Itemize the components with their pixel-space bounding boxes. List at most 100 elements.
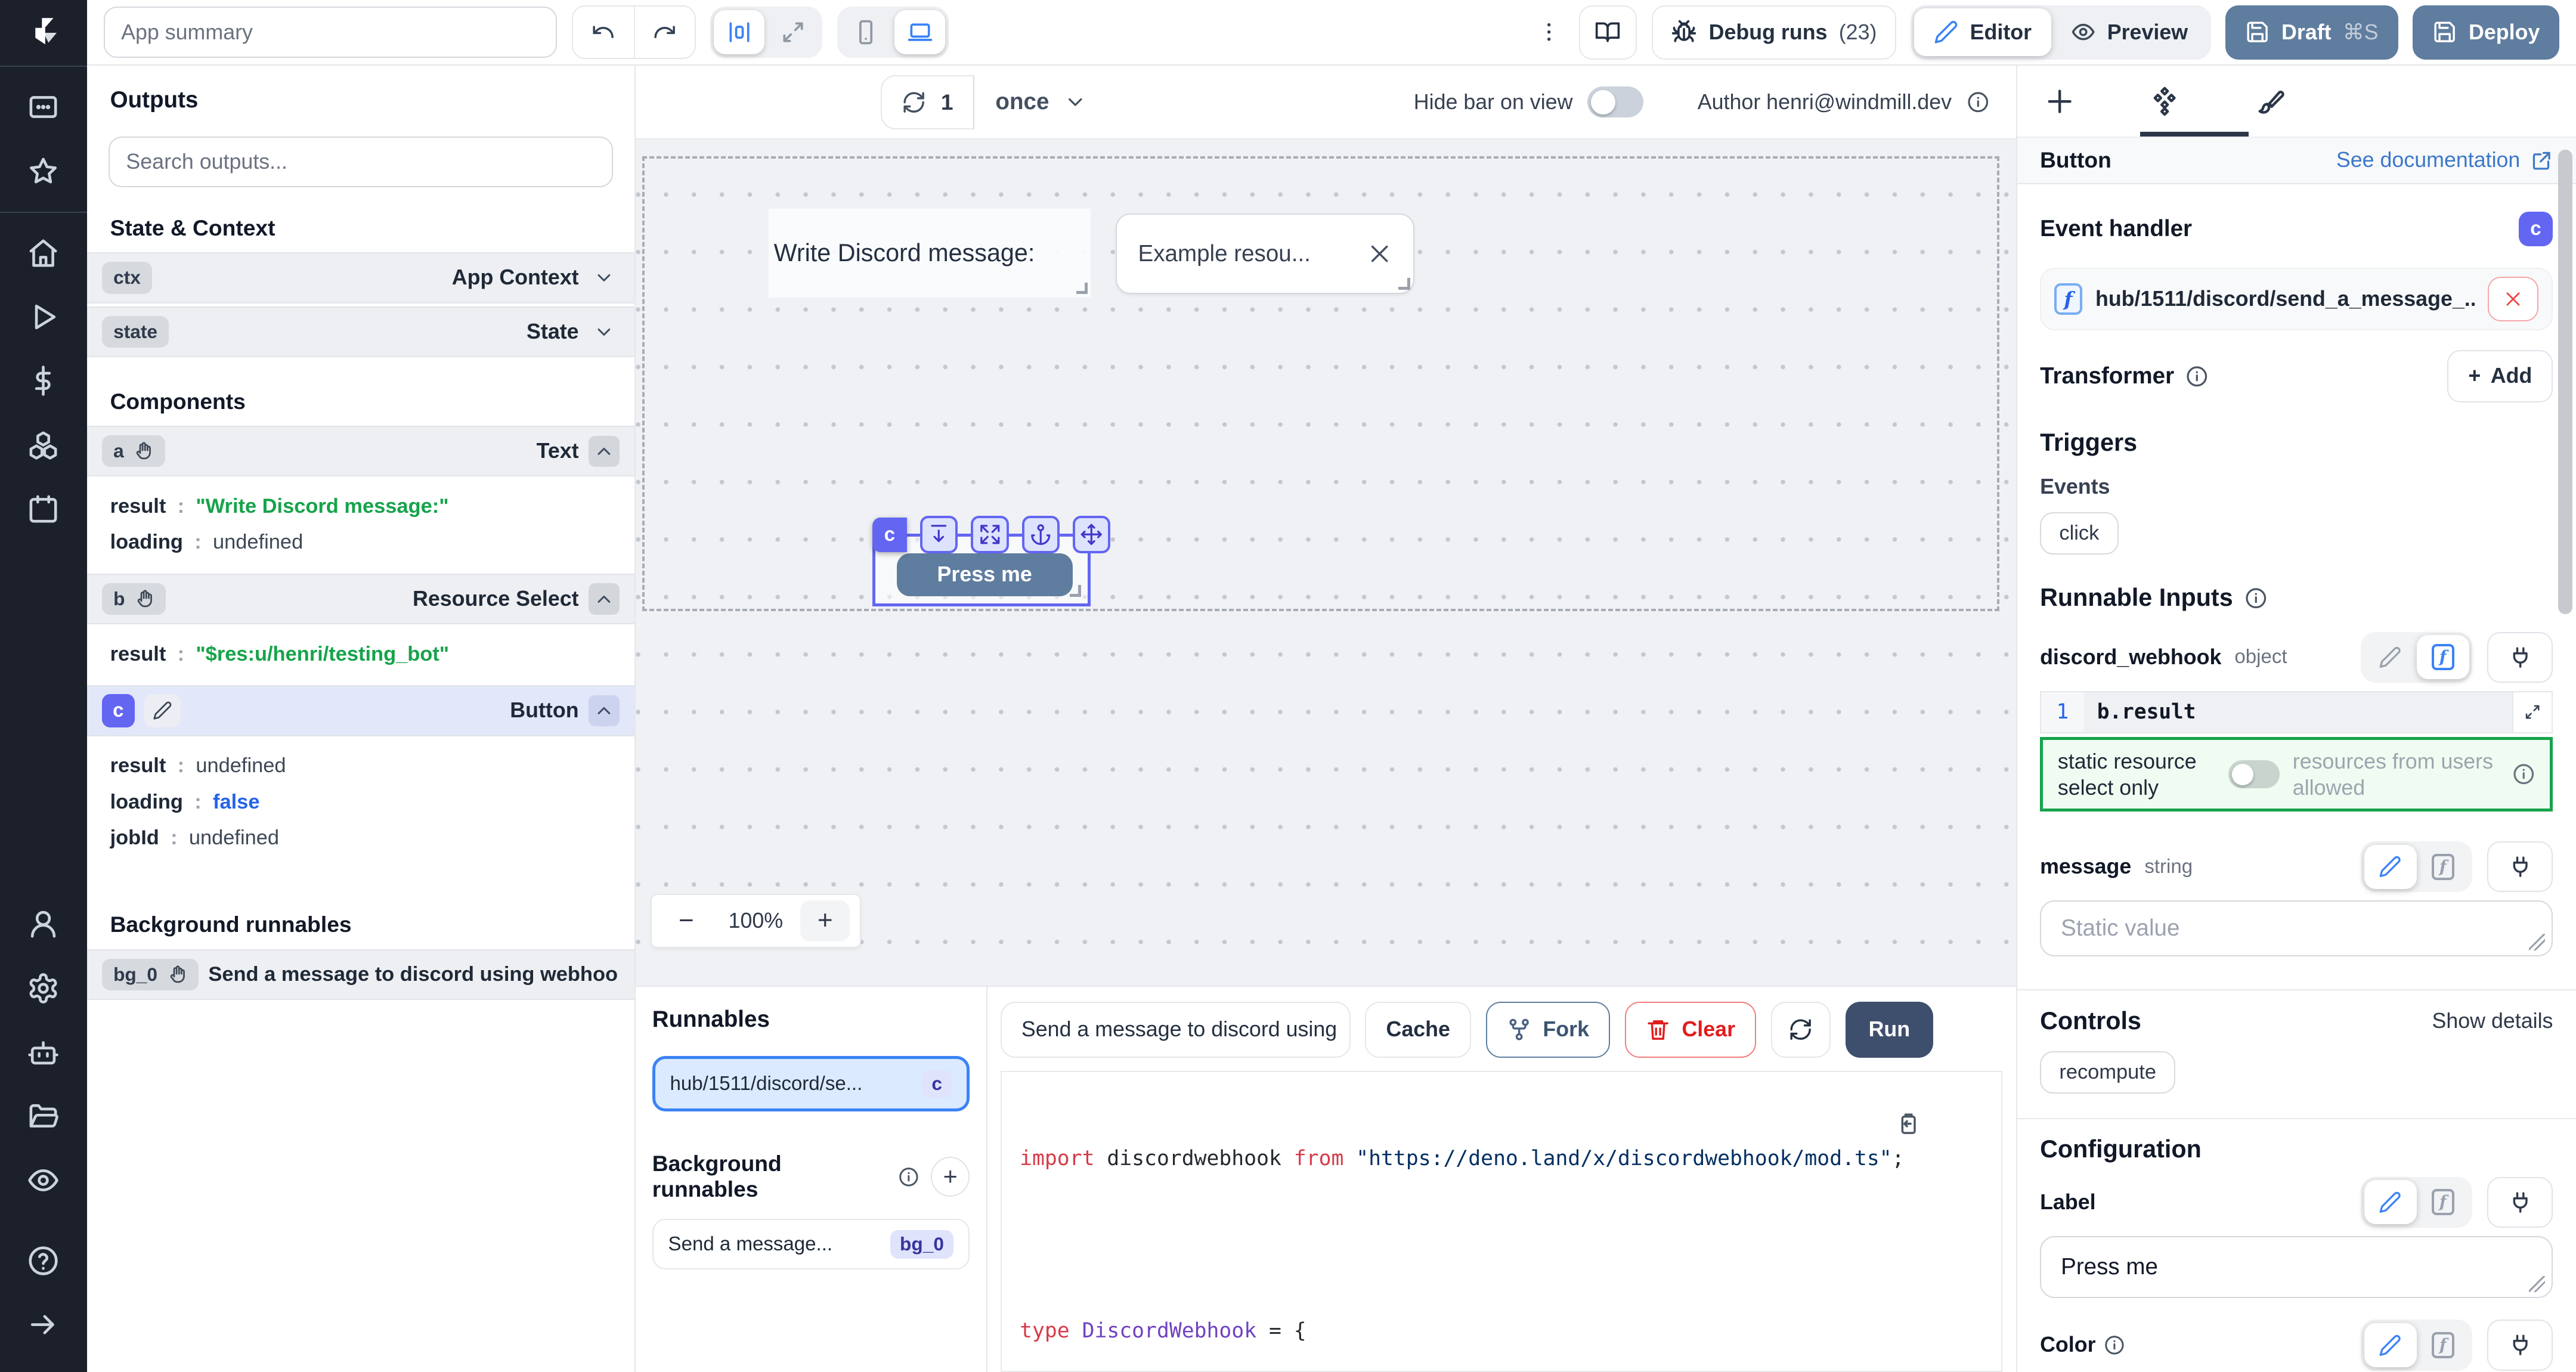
info-icon[interactable] <box>898 1166 919 1188</box>
static-mode-pencil-icon[interactable] <box>2364 1180 2417 1224</box>
info-icon[interactable] <box>2512 763 2535 786</box>
expand-editor-button[interactable] <box>2512 692 2552 733</box>
static-mode-pencil-icon[interactable] <box>2364 1323 2417 1367</box>
audit-eye-icon[interactable] <box>13 1150 74 1211</box>
anchor-button[interactable] <box>1022 516 1060 553</box>
static-mode-pencil-icon[interactable] <box>2364 845 2417 889</box>
chevron-down-icon[interactable] <box>589 317 620 348</box>
eval-mode-function-icon[interactable]: f <box>2417 635 2469 679</box>
bot-icon[interactable] <box>13 1022 74 1083</box>
app-summary-input[interactable] <box>104 7 557 57</box>
discord-webhook-expr-editor[interactable]: 1 b.result <box>2040 691 2553 734</box>
recompute-chip[interactable]: recompute <box>2040 1051 2175 1094</box>
canvas-resource-select-component[interactable]: Example resou... <box>1116 213 1414 294</box>
see-documentation-link[interactable]: See documentation <box>2336 148 2553 172</box>
runnable-item-selected[interactable]: hub/1511/discord/se... c <box>652 1056 970 1112</box>
output-row-bg0[interactable]: bg_0 Send a message to discord using web… <box>87 949 634 1000</box>
textarea-resize-handle[interactable] <box>2529 934 2546 950</box>
textarea-resize-handle[interactable] <box>2529 1276 2546 1293</box>
hide-bar-toggle[interactable] <box>1587 86 1643 117</box>
static-resource-toggle[interactable] <box>2228 760 2279 788</box>
show-details-link[interactable]: Show details <box>2432 1009 2553 1033</box>
home-icon[interactable] <box>13 222 74 283</box>
help-icon[interactable] <box>13 1231 74 1292</box>
fill-height-button[interactable] <box>920 516 958 553</box>
output-row-ctx[interactable]: ctx App Context <box>87 252 634 303</box>
zoom-in-button[interactable]: + <box>800 900 850 941</box>
cache-button[interactable]: Cache <box>1365 1002 1471 1058</box>
resize-handle[interactable] <box>1070 585 1081 596</box>
resources-boxes-icon[interactable] <box>13 414 74 475</box>
collapse-arrow-icon[interactable] <box>13 1294 74 1355</box>
connect-plug-button[interactable] <box>2487 632 2553 683</box>
debug-runs-button[interactable]: Debug runs (23) <box>1652 5 1896 60</box>
draft-button[interactable]: Draft⌘S <box>2225 5 2398 60</box>
canvas-text-component[interactable]: Write Discord message: <box>769 209 1091 298</box>
output-row-a[interactable]: a Text <box>87 426 634 476</box>
panel-scrollbar[interactable] <box>2558 150 2573 615</box>
zoom-out-button[interactable]: − <box>662 900 711 941</box>
workers-user-icon[interactable] <box>13 894 74 955</box>
windmill-logo[interactable] <box>0 0 87 66</box>
resize-handle[interactable] <box>1076 283 1088 294</box>
connect-plug-button[interactable] <box>2487 1177 2553 1228</box>
static-mode-pencil-icon[interactable] <box>2364 635 2417 679</box>
message-static-value-input[interactable]: Static value <box>2040 900 2553 956</box>
variables-dollar-icon[interactable] <box>13 351 74 411</box>
copy-code-icon[interactable] <box>1896 1111 1921 1136</box>
settings-gear-icon[interactable] <box>13 958 74 1018</box>
docs-book-button[interactable] <box>1579 5 1637 60</box>
info-icon[interactable] <box>2244 587 2268 610</box>
event-handler-runnable[interactable]: f hub/1511/discord/send_a_message_... <box>2040 268 2553 330</box>
info-icon[interactable] <box>2104 1334 2125 1356</box>
chevron-up-icon[interactable] <box>589 583 620 614</box>
refresh-mode-dropdown[interactable]: once <box>974 89 1109 115</box>
fork-button[interactable]: Fork <box>1486 1002 1610 1058</box>
mobile-view-button[interactable] <box>840 10 891 54</box>
click-event-chip[interactable]: click <box>2040 512 2119 555</box>
desktop-view-button[interactable] <box>894 10 945 54</box>
folder-icon[interactable] <box>13 1086 74 1147</box>
search-outputs-input[interactable] <box>109 137 614 187</box>
clear-button[interactable]: Clear <box>1625 1002 1756 1058</box>
tab-insert-plus-icon[interactable] <box>2040 82 2079 121</box>
fullwidth-layout-button[interactable] <box>768 10 819 54</box>
connect-plug-button[interactable] <box>2487 841 2553 892</box>
favorites-star-icon[interactable] <box>13 141 74 202</box>
add-background-runnable-button[interactable]: + <box>931 1157 970 1196</box>
tab-component-settings-icon[interactable] <box>2145 82 2184 121</box>
chevron-up-icon[interactable] <box>589 436 620 467</box>
resize-handle[interactable] <box>1398 278 1410 289</box>
redo-button[interactable] <box>634 7 695 57</box>
clear-select-icon[interactable] <box>1367 241 1392 266</box>
code-editor[interactable]: import discordwebhook from "https://deno… <box>1001 1071 2003 1372</box>
apps-icon[interactable] <box>13 77 74 138</box>
eval-mode-function-icon[interactable]: f <box>2417 1323 2469 1367</box>
tab-editor[interactable]: Editor <box>1914 8 2051 56</box>
output-row-c-selected[interactable]: c Button <box>87 685 634 736</box>
refresh-script-button[interactable] <box>1771 1002 1831 1058</box>
app-canvas[interactable]: Write Discord message: Example resou... … <box>636 140 2015 986</box>
pencil-icon[interactable] <box>144 694 181 727</box>
undo-button[interactable] <box>573 7 634 57</box>
refresh-count-box[interactable]: 1 <box>881 75 974 129</box>
remove-runnable-button[interactable] <box>2488 277 2538 321</box>
eval-mode-function-icon[interactable]: f <box>2417 845 2469 889</box>
canvas-button-component[interactable]: Press me <box>897 553 1073 596</box>
tab-preview[interactable]: Preview <box>2051 8 2207 56</box>
eval-mode-function-icon[interactable]: f <box>2417 1180 2469 1224</box>
move-button[interactable] <box>1073 516 1110 553</box>
connect-plug-button[interactable] <box>2487 1320 2553 1370</box>
tab-styling-brush-icon[interactable] <box>2250 82 2290 121</box>
background-runnable-item[interactable]: Send a message... bg_0 <box>652 1219 970 1269</box>
info-icon[interactable] <box>2185 365 2209 388</box>
info-icon[interactable] <box>1967 91 1990 114</box>
expand-button[interactable] <box>971 516 1008 553</box>
output-row-state[interactable]: state State <box>87 306 634 357</box>
chevron-down-icon[interactable] <box>589 262 620 293</box>
deploy-button[interactable]: Deploy <box>2413 5 2559 60</box>
chevron-up-icon[interactable] <box>589 695 620 726</box>
centered-layout-button[interactable] <box>714 10 764 54</box>
schedules-calendar-icon[interactable] <box>13 479 74 540</box>
label-value-input[interactable]: Press me <box>2040 1236 2553 1299</box>
